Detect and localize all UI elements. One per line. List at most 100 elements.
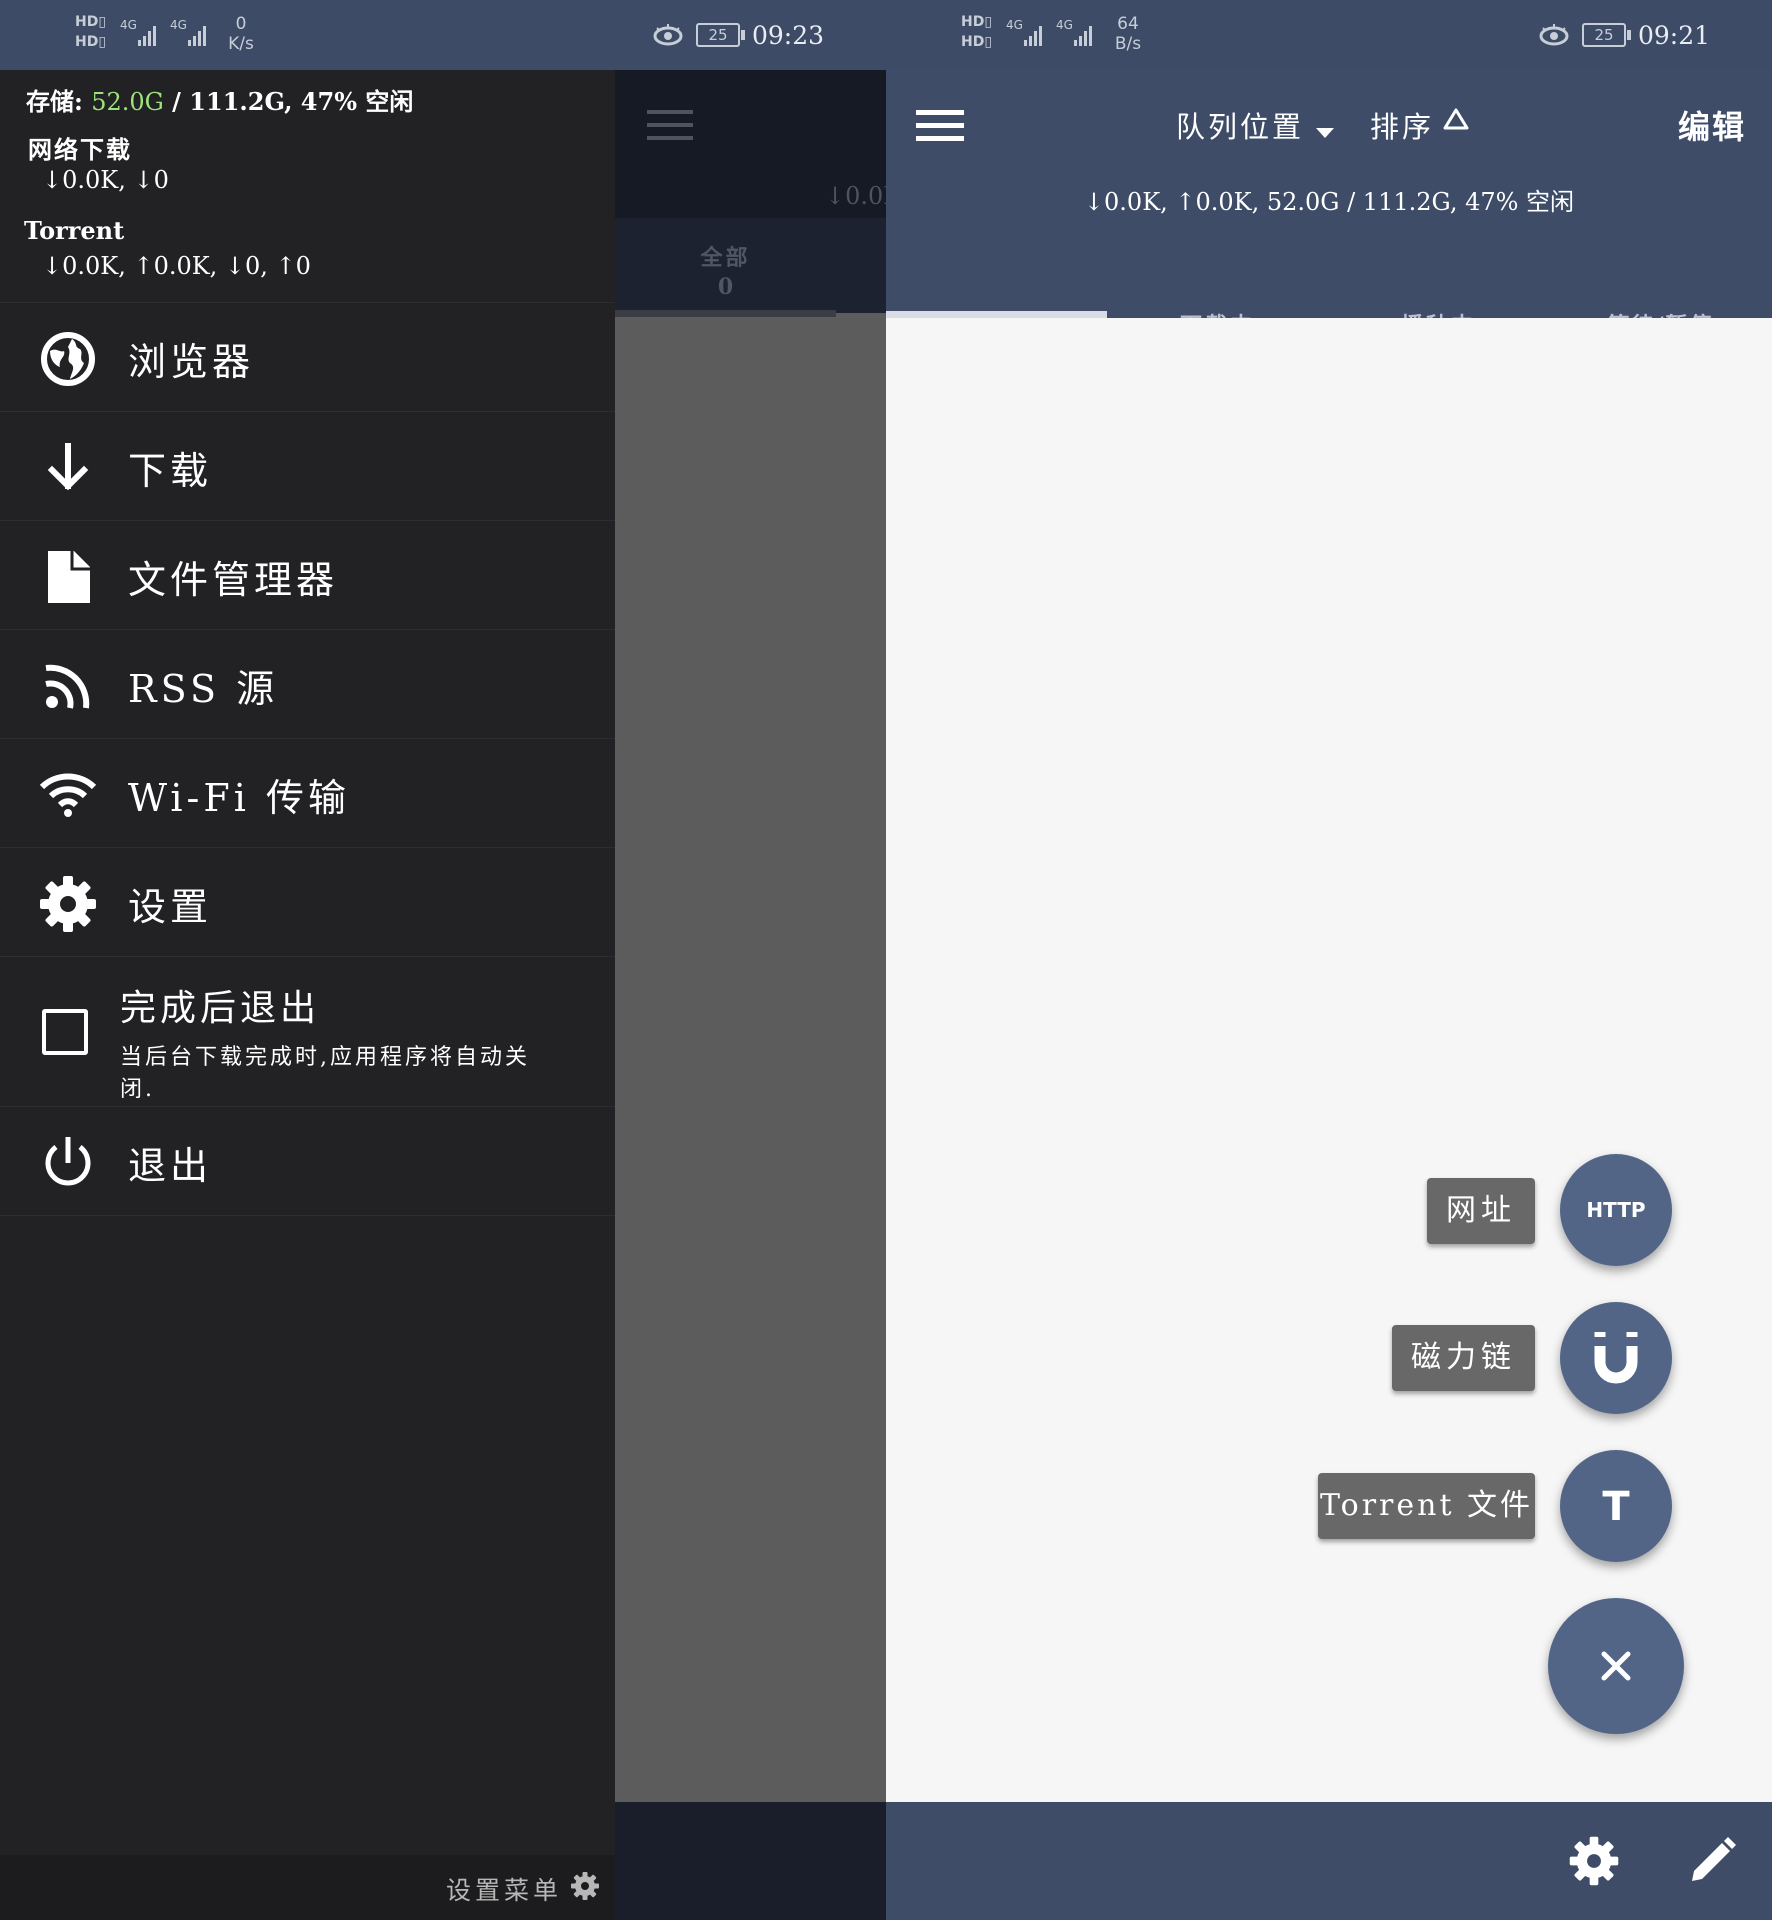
svg-text:4G: 4G	[170, 18, 187, 32]
dimmed-tab-bar: 全部 0	[615, 218, 886, 317]
close-icon	[1601, 1651, 1631, 1681]
storage-info: 存储: 52.0G / 111.2G, 47% 空闲	[26, 82, 413, 117]
http-icon: HTTP	[1586, 1198, 1645, 1222]
http-icon-text: HTTP	[1586, 1198, 1645, 1222]
bottom-bar	[886, 1802, 1772, 1920]
torrent-values: ↓0.0K, ↑0.0K, ↓0, ↑0	[42, 252, 311, 280]
triangle-up-icon	[1443, 108, 1469, 130]
menu-item-browser[interactable]: 浏览器	[0, 302, 615, 411]
queue-position-label: 队列位置	[1176, 110, 1305, 144]
hd-indicator: HD▯ HD▯	[961, 14, 993, 50]
drawer-stats: 存储: 52.0G / 111.2G, 47% 空闲 网络下载 ↓0.0K, ↓…	[0, 70, 615, 302]
sort-button[interactable]: 排序	[1370, 104, 1469, 148]
hd-indicator: HD▯ HD▯	[75, 14, 107, 50]
menu-icon[interactable]	[916, 106, 966, 144]
tab-waiting-paused[interactable]: 等待/暂停 0	[1549, 238, 1770, 368]
torrent-file-fab-label[interactable]: Torrent 文件	[1318, 1473, 1535, 1539]
menu-label: 文件管理器	[128, 558, 339, 602]
battery-icon: 25	[696, 23, 745, 47]
menu-label: 退出	[128, 1144, 213, 1188]
status-bar: HD▯ HD▯ 4G 4G 64 B/s 25 09:21	[886, 0, 1772, 70]
menu-label: 下载	[128, 449, 213, 493]
right-screen: HD▯ HD▯ 4G 4G 64 B/s 25 09:21 队列位置 排序 编辑…	[886, 0, 1772, 1920]
queue-position-dropdown[interactable]: 队列位置	[1176, 104, 1335, 148]
menu-item-rss[interactable]: RSS 源	[0, 629, 615, 738]
battery-level: 25	[1594, 26, 1614, 44]
menu-label: 设置	[128, 885, 213, 929]
storage-free: 52.0G	[91, 88, 164, 116]
dimmed-tab-indicator	[615, 310, 836, 317]
menu-item-exit-after-complete[interactable]: 完成后退出 当后台下载完成时,应用程序将自动关 闭.	[0, 956, 615, 1106]
drawer-footer[interactable]: 设置菜单	[0, 1855, 615, 1920]
gear-icon	[40, 876, 96, 932]
net-speed-unit: K/s	[228, 34, 254, 54]
menu-item-settings[interactable]: 设置	[0, 847, 615, 956]
sort-label: 排序	[1370, 110, 1435, 144]
file-icon	[48, 551, 90, 603]
web-download-title: 网络下载	[28, 135, 132, 164]
battery-icon: 25	[1582, 23, 1631, 47]
web-download-values: ↓0.0K, ↓0	[42, 166, 169, 194]
clock: 09:21	[1638, 21, 1711, 50]
eye-comfort-icon	[1539, 24, 1569, 46]
gear-icon	[571, 1872, 599, 1900]
add-magnet-fab[interactable]	[1560, 1302, 1672, 1414]
exit-after-description: 当后台下载完成时,应用程序将自动关	[120, 1045, 530, 1070]
settings-menu-label: 设置菜单	[446, 1876, 563, 1905]
power-icon	[45, 1137, 91, 1186]
dimmed-tab-label: 全部	[700, 245, 751, 271]
dimmed-main-screen[interactable]: ↓0.0K 全部 0	[615, 70, 886, 1920]
storage-total: / 111.2G, 47% 空闲	[163, 87, 414, 116]
download-icon	[47, 443, 89, 491]
menu-item-exit[interactable]: 退出	[0, 1106, 615, 1216]
gear-icon[interactable]	[1568, 1835, 1620, 1887]
clock: 09:23	[752, 21, 825, 50]
status-bar: HD▯ HD▯ 4G 4G 0 K/s 25 09:23	[0, 0, 886, 70]
exit-after-checkbox[interactable]	[42, 1009, 88, 1055]
wifi-icon	[39, 773, 97, 817]
edit-button[interactable]: 编辑	[1678, 102, 1746, 148]
net-speed-value: 64	[1117, 14, 1139, 34]
navigation-drawer: 存储: 52.0G / 111.2G, 47% 空闲 网络下载 ↓0.0K, ↓…	[0, 70, 615, 1920]
url-fab-label[interactable]: 网址	[1427, 1178, 1535, 1244]
exit-after-description: 闭.	[120, 1077, 155, 1102]
magnet-fab-label[interactable]: 磁力链	[1392, 1325, 1535, 1391]
add-torrent-file-fab[interactable]: T	[1560, 1450, 1672, 1562]
tab-seeding[interactable]: 播种中 0	[1328, 238, 1549, 368]
battery-level: 25	[708, 26, 728, 44]
caret-down-icon	[1316, 127, 1335, 138]
net-speed: 0 K/s	[226, 14, 256, 54]
add-url-fab[interactable]: HTTP	[1560, 1154, 1672, 1266]
menu-item-download[interactable]: 下载	[0, 411, 615, 520]
torrent-title: Torrent	[24, 216, 125, 245]
svg-text:4G: 4G	[1006, 18, 1023, 32]
close-fab-menu-button[interactable]	[1548, 1598, 1684, 1734]
speed-storage-summary: ↓0.0K, ↑0.0K, 52.0G / 111.2G, 47% 空闲	[1083, 188, 1575, 216]
dimmed-bottom-bar	[615, 1802, 886, 1920]
globe-icon	[41, 332, 95, 386]
magnet-icon	[1594, 1332, 1638, 1384]
menu-item-wifi[interactable]: Wi-Fi 传输	[0, 738, 615, 847]
svg-text:4G: 4G	[1056, 18, 1073, 32]
tab-downloading[interactable]: 下载中 0	[1107, 238, 1328, 368]
signal-icon: 4G	[1056, 18, 1092, 46]
torrent-list-empty	[886, 318, 1772, 1802]
signal-icon: 4G	[120, 18, 156, 46]
menu-icon	[647, 110, 693, 140]
rss-icon	[45, 664, 90, 709]
signal-icon: 4G	[170, 18, 206, 46]
dimmed-speed-summary: ↓0.0K	[825, 182, 886, 210]
net-speed-unit: B/s	[1114, 34, 1142, 54]
torrent-t-icon: T	[1602, 1484, 1630, 1530]
eye-comfort-icon	[653, 24, 683, 46]
storage-label: 存储:	[26, 87, 92, 116]
menu-item-file-manager[interactable]: 文件管理器	[0, 520, 615, 629]
svg-text:4G: 4G	[120, 18, 137, 32]
exit-after-title: 完成后退出	[120, 988, 321, 1029]
menu-label: 浏览器	[128, 340, 255, 384]
app-bar: 队列位置 排序 编辑 ↓0.0K, ↑0.0K, 52.0G / 111.2G,…	[886, 70, 1772, 368]
pencil-icon[interactable]	[1686, 1835, 1738, 1887]
net-speed: 64 B/s	[1108, 14, 1148, 54]
tab-all[interactable]: 全部 0	[886, 238, 1107, 368]
left-screen: HD▯ HD▯ 4G 4G 0 K/s 25 09:23 ↓0.0 全部 0 存…	[0, 0, 886, 1920]
